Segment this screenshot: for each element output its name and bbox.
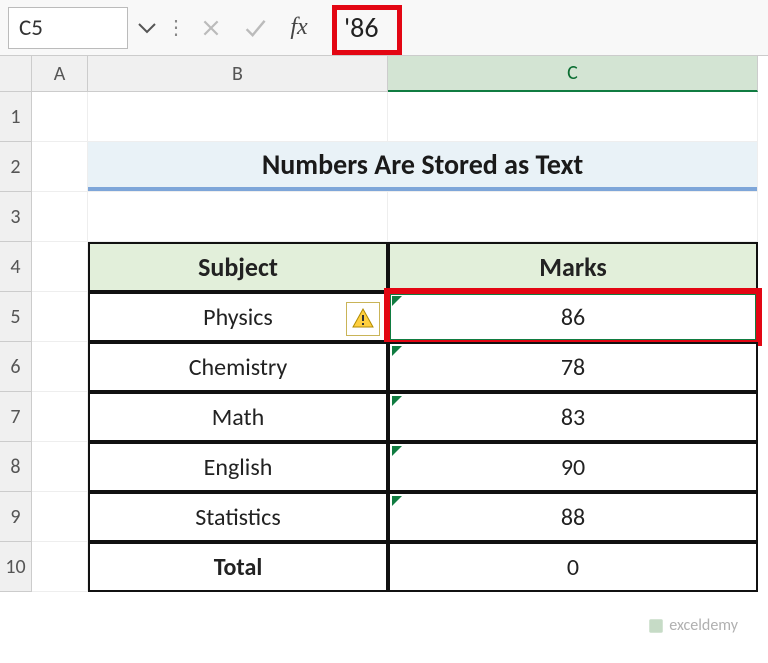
name-box-dropdown[interactable]: [134, 7, 160, 49]
col-header-C[interactable]: C: [388, 56, 758, 92]
row-header-5[interactable]: 5: [0, 292, 32, 342]
row-header-10[interactable]: 10: [0, 542, 32, 592]
cell-A5[interactable]: [32, 292, 88, 342]
row-header-2[interactable]: 2: [0, 142, 32, 192]
fx-icon[interactable]: fx: [280, 14, 318, 41]
cell-A2[interactable]: [32, 142, 88, 192]
cell-A8[interactable]: [32, 442, 88, 492]
enter-formula-icon[interactable]: [236, 7, 274, 49]
cell-B3[interactable]: [88, 192, 388, 242]
cell-marks-4[interactable]: 90: [388, 442, 758, 492]
cell-A4[interactable]: [32, 242, 88, 292]
cell-marks-5[interactable]: 88: [388, 492, 758, 542]
cell-total-value[interactable]: 0: [388, 542, 758, 592]
error-warning-icon[interactable]: [346, 302, 380, 336]
row-header-9[interactable]: 9: [0, 492, 32, 542]
formula-bar: C5 ⋮ fx '86: [0, 0, 768, 56]
cell-A6[interactable]: [32, 342, 88, 392]
cell-marks-3[interactable]: 83: [388, 392, 758, 442]
cell-C1[interactable]: [388, 92, 758, 142]
formula-text: '86: [334, 10, 379, 45]
name-box-value: C5: [19, 14, 43, 42]
cell-A9[interactable]: [32, 492, 88, 542]
cell-subject-4[interactable]: English: [88, 442, 388, 492]
select-all-corner[interactable]: [0, 56, 32, 92]
cell-subject-3[interactable]: Math: [88, 392, 388, 442]
row-header-8[interactable]: 8: [0, 442, 32, 492]
cell-B1[interactable]: [88, 92, 388, 142]
row-header-4[interactable]: 4: [0, 242, 32, 292]
cell-A1[interactable]: [32, 92, 88, 142]
row-header-7[interactable]: 7: [0, 392, 32, 442]
cell-subject-5[interactable]: Statistics: [88, 492, 388, 542]
cell-marks-2[interactable]: 78: [388, 342, 758, 392]
cell-subject-1[interactable]: Physics: [88, 292, 388, 342]
table-header-subject[interactable]: Subject: [88, 242, 388, 292]
title-cell[interactable]: Numbers Are Stored as Text: [88, 142, 758, 192]
col-header-A[interactable]: A: [32, 56, 88, 92]
name-box[interactable]: C5: [8, 7, 128, 49]
cell-total-label[interactable]: Total: [88, 542, 388, 592]
row-header-6[interactable]: 6: [0, 342, 32, 392]
formula-input[interactable]: '86: [324, 7, 760, 49]
spreadsheet-grid: A B C 1 2 Numbers Are Stored as Text 3 4…: [0, 56, 768, 592]
cell-A7[interactable]: [32, 392, 88, 442]
divider-icon: ⋮: [166, 15, 186, 40]
cell-subject-2[interactable]: Chemistry: [88, 342, 388, 392]
col-header-B[interactable]: B: [88, 56, 388, 92]
row-header-1[interactable]: 1: [0, 92, 32, 142]
page-title: Numbers Are Stored as Text: [88, 142, 757, 191]
watermark: exceldemy: [647, 616, 738, 635]
table-header-marks[interactable]: Marks: [388, 242, 758, 292]
row-header-3[interactable]: 3: [0, 192, 32, 242]
cell-A3[interactable]: [32, 192, 88, 242]
watermark-text: exceldemy: [669, 616, 738, 635]
marks-value-1: 86: [561, 303, 585, 332]
cell-A10[interactable]: [32, 542, 88, 592]
cancel-formula-icon[interactable]: [192, 7, 230, 49]
cell-marks-1[interactable]: 86: [388, 292, 758, 342]
cell-C3[interactable]: [388, 192, 758, 242]
